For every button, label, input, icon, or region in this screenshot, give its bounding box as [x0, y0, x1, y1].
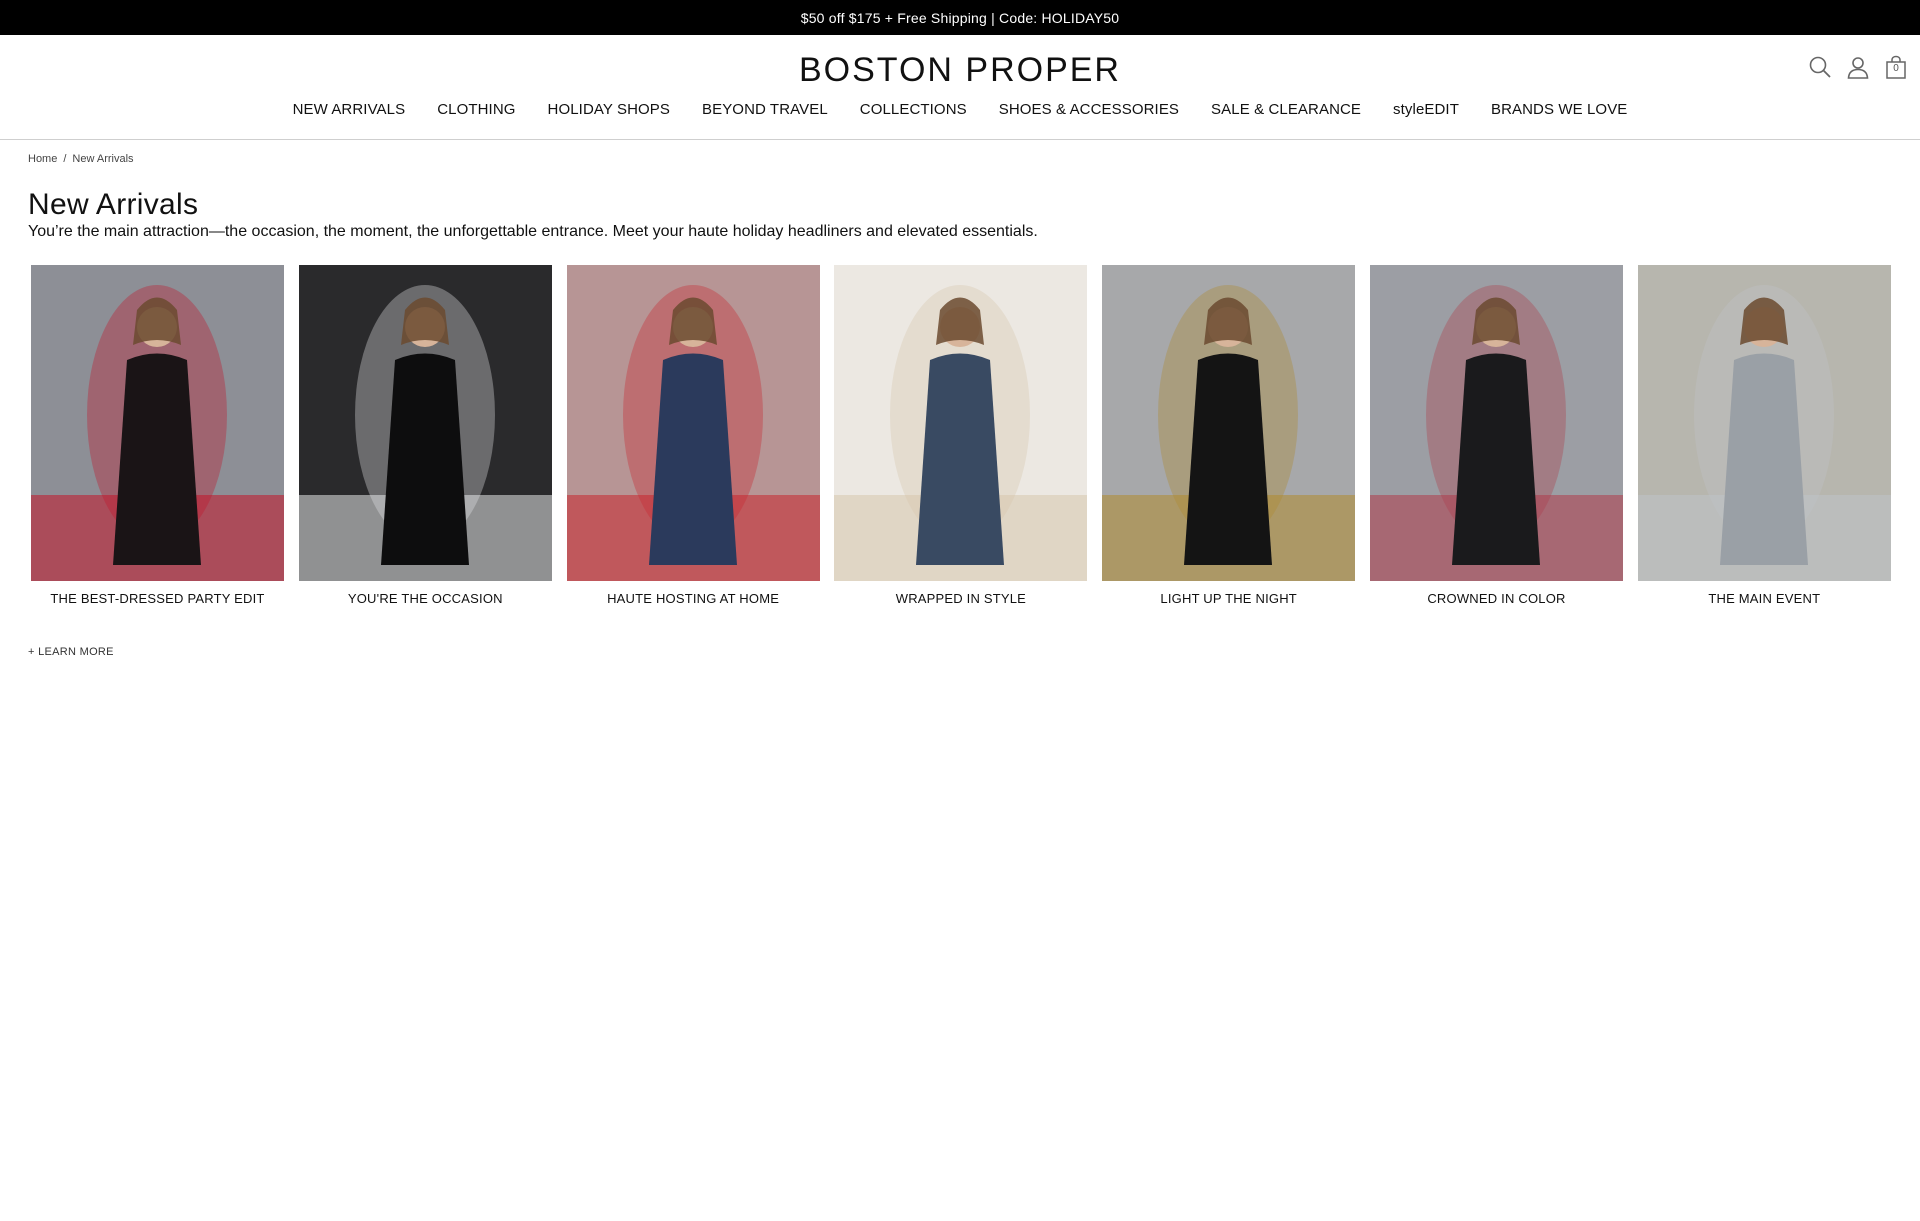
- category-tile[interactable]: HAUTE HOSTING AT HOME: [566, 265, 820, 606]
- bag-icon[interactable]: 0: [1884, 55, 1908, 79]
- category-tile[interactable]: YOU'RE THE OCCASION: [298, 265, 552, 606]
- category-image[interactable]: [834, 265, 1088, 581]
- nav-item-styleedit[interactable]: styleEDIT: [1377, 101, 1475, 118]
- search-icon[interactable]: [1808, 55, 1832, 79]
- category-image[interactable]: [566, 265, 820, 581]
- main-nav: NEW ARRIVALS CLOTHING HOLIDAY SHOPS BEYO…: [0, 101, 1920, 118]
- photo-placeholder: [566, 265, 820, 581]
- category-label[interactable]: CROWNED IN COLOR: [1370, 591, 1623, 606]
- account-icon[interactable]: [1846, 55, 1870, 79]
- photo-placeholder: [1369, 265, 1623, 581]
- promo-bar: $50 off $175 + Free Shipping | Code: HOL…: [0, 0, 1920, 35]
- logo: BOSTON PROPER: [0, 51, 1920, 90]
- photo-placeholder: [1102, 265, 1356, 581]
- category-image[interactable]: [1637, 265, 1891, 581]
- page-title: New Arrivals: [28, 188, 199, 221]
- category-label[interactable]: THE BEST-DRESSED PARTY EDIT: [31, 591, 284, 606]
- category-image[interactable]: [1102, 265, 1356, 581]
- category-image[interactable]: [298, 265, 552, 581]
- category-tiles: THE BEST-DRESSED PARTY EDIT YOU'RE THE O…: [31, 265, 1891, 606]
- page-description: You’re the main attraction—the occasion,…: [28, 223, 1038, 240]
- nav-item-clothing[interactable]: CLOTHING: [421, 101, 531, 118]
- site-header: BOSTON PROPER 0 NEW ARRIVALS CLOTHING HO…: [0, 35, 1920, 140]
- category-label[interactable]: HAUTE HOSTING AT HOME: [567, 591, 820, 606]
- breadcrumb-separator: /: [63, 153, 67, 165]
- category-image[interactable]: [31, 265, 284, 581]
- nav-item-sale-clearance[interactable]: SALE & CLEARANCE: [1195, 101, 1377, 118]
- nav-item-shoes-accessories[interactable]: SHOES & ACCESSORIES: [983, 101, 1195, 118]
- category-tile[interactable]: WRAPPED IN STYLE: [834, 265, 1088, 606]
- nav-item-brands-we-love[interactable]: BRANDS WE LOVE: [1475, 101, 1643, 118]
- category-tile[interactable]: THE BEST-DRESSED PARTY EDIT: [31, 265, 284, 606]
- promo-text[interactable]: $50 off $175 + Free Shipping | Code: HOL…: [801, 10, 1120, 26]
- photo-placeholder: [1637, 265, 1891, 581]
- logo-text[interactable]: BOSTON PROPER: [799, 51, 1121, 89]
- category-label[interactable]: LIGHT UP THE NIGHT: [1102, 591, 1355, 606]
- breadcrumb: Home / New Arrivals: [28, 153, 134, 165]
- breadcrumb-home[interactable]: Home: [28, 153, 57, 165]
- bag-count: 0: [1893, 63, 1899, 74]
- photo-placeholder: [31, 265, 284, 581]
- photo-placeholder: [298, 265, 552, 581]
- category-label[interactable]: WRAPPED IN STYLE: [834, 591, 1087, 606]
- header-icons: 0: [1808, 55, 1908, 79]
- category-image[interactable]: [1369, 265, 1623, 581]
- category-tile[interactable]: CROWNED IN COLOR: [1369, 265, 1623, 606]
- category-label[interactable]: YOU'RE THE OCCASION: [299, 591, 552, 606]
- photo-placeholder: [834, 265, 1088, 581]
- learn-more-link[interactable]: + LEARN MORE: [28, 646, 114, 658]
- category-label[interactable]: THE MAIN EVENT: [1638, 591, 1891, 606]
- category-tile[interactable]: LIGHT UP THE NIGHT: [1102, 265, 1356, 606]
- nav-item-new-arrivals[interactable]: NEW ARRIVALS: [277, 101, 422, 118]
- breadcrumb-current: New Arrivals: [72, 153, 134, 165]
- nav-item-collections[interactable]: COLLECTIONS: [844, 101, 983, 118]
- category-tile[interactable]: THE MAIN EVENT: [1637, 265, 1891, 606]
- nav-item-holiday-shops[interactable]: HOLIDAY SHOPS: [532, 101, 686, 118]
- nav-item-beyond-travel[interactable]: BEYOND TRAVEL: [686, 101, 844, 118]
